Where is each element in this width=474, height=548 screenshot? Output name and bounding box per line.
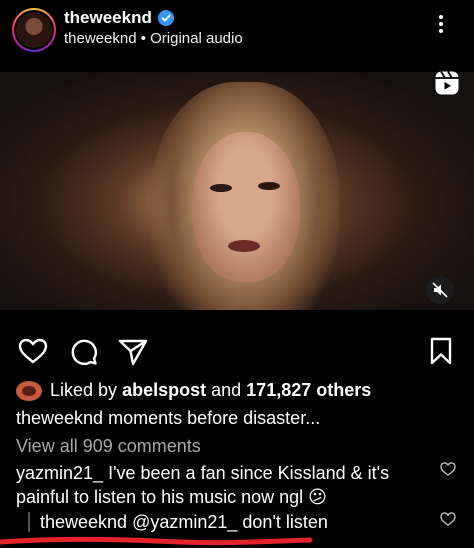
verified-badge-icon xyxy=(157,10,174,26)
comment-user[interactable]: yazmin21_ xyxy=(16,463,103,483)
heart-icon[interactable] xyxy=(18,338,48,364)
username[interactable]: theweeknd xyxy=(64,8,152,28)
reply-text: @yazmin21_ don't listen xyxy=(132,512,328,532)
liked-by-user[interactable]: abelspost xyxy=(122,380,206,400)
reply-comment: theweeknd @yazmin21_ don't listen xyxy=(40,512,328,533)
likes-prefix: Liked by xyxy=(50,380,118,400)
action-bar xyxy=(0,334,474,368)
video-subject-eye xyxy=(258,182,280,190)
bookmark-icon[interactable] xyxy=(430,337,452,365)
likes-row[interactable]: Liked by abelspost and 171,827 others xyxy=(16,380,371,401)
caption: theweeknd moments before disaster... xyxy=(16,408,320,429)
comment-like-heart-icon[interactable] xyxy=(440,462,456,476)
video-subject-mouth xyxy=(228,240,260,252)
red-underline-annotation xyxy=(0,536,313,546)
reply-thread-line xyxy=(28,512,30,532)
caption-text: moments before disaster... xyxy=(108,408,321,428)
view-all-comments-link[interactable]: View all 909 comments xyxy=(16,436,201,457)
liker-avatar xyxy=(16,380,42,401)
send-icon[interactable] xyxy=(118,338,148,366)
username-row: theweeknd xyxy=(64,8,174,28)
video-subject-eye xyxy=(210,184,232,192)
avatar-image xyxy=(16,12,52,48)
muted-speaker-icon[interactable] xyxy=(426,276,454,304)
audio-line[interactable]: theweeknd • Original audio xyxy=(64,30,243,47)
reply-user[interactable]: theweeknd xyxy=(40,512,127,532)
likes-and: and xyxy=(211,380,242,400)
profile-avatar[interactable] xyxy=(12,8,56,52)
comment-icon[interactable] xyxy=(70,338,98,366)
reel-video[interactable] xyxy=(0,72,474,310)
likes-count[interactable]: 171,827 others xyxy=(246,380,371,400)
comment: yazmin21_ I've been a fan since Kissland… xyxy=(16,461,426,509)
video-subject-face xyxy=(192,132,300,282)
reels-icon xyxy=(435,71,459,95)
caption-user[interactable]: theweeknd xyxy=(16,408,103,428)
more-vertical-icon[interactable] xyxy=(436,12,446,40)
post-header: theweeknd theweeknd • Original audio xyxy=(0,0,474,72)
reply-like-heart-icon[interactable] xyxy=(440,512,456,526)
